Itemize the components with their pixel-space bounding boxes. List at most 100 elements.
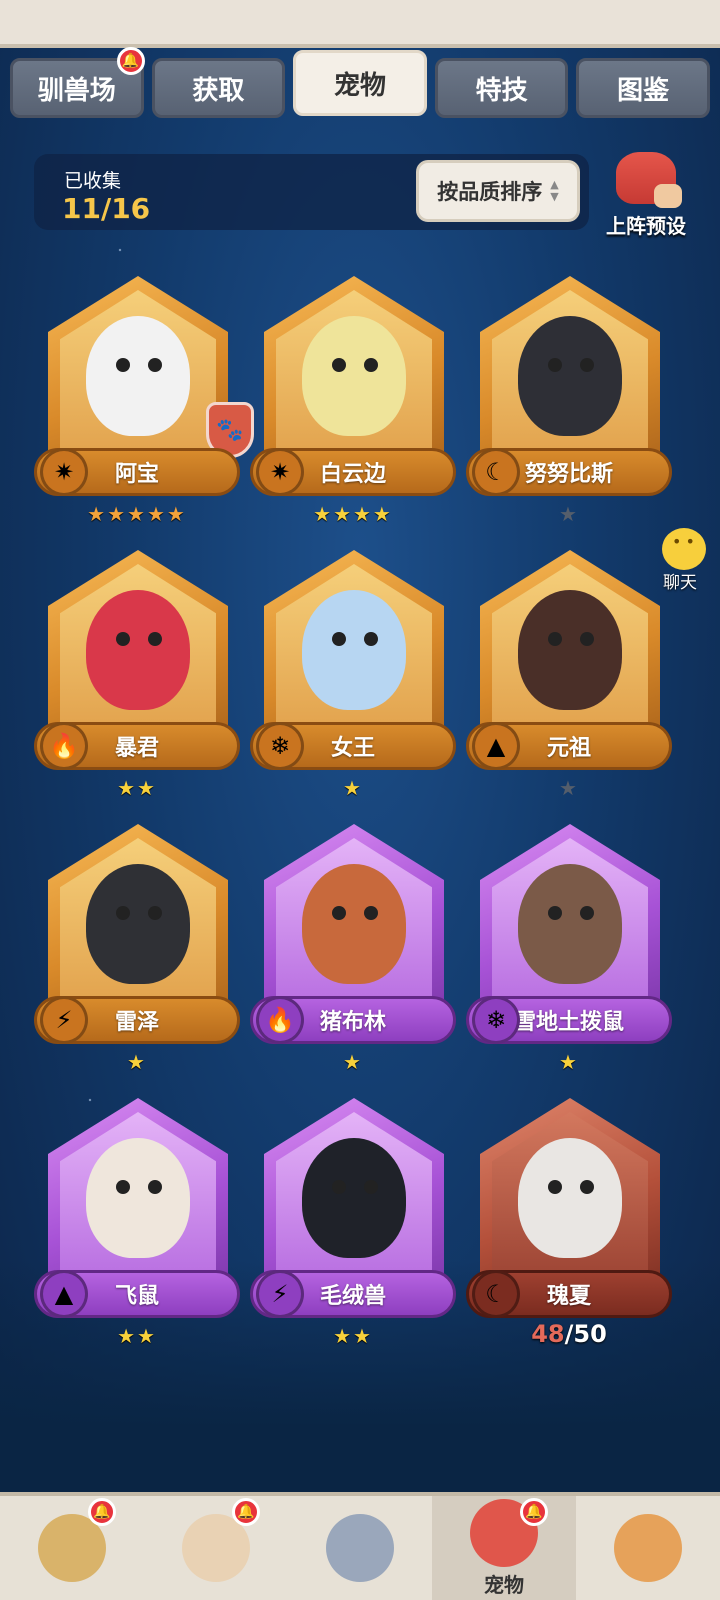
sort-button-label: 按品质排序 <box>437 180 543 204</box>
alert-bell-icon: 🔔 <box>88 1498 116 1526</box>
pet-eye <box>580 358 594 372</box>
mountain-icon: ▲ <box>472 722 520 770</box>
alert-bell-icon: 🔔 <box>520 1498 548 1526</box>
shard-progress-current: 48 <box>531 1320 565 1348</box>
star-rating: ★★ <box>117 1324 157 1348</box>
nav-label: 宠物 <box>484 1572 524 1597</box>
tab-0[interactable]: 驯兽场 🔔 <box>10 47 145 118</box>
star-icon: ✷ <box>256 448 304 496</box>
star-rating: ★ <box>127 1050 147 1074</box>
pet-card[interactable]: 暴君 🔥 ★★ <box>34 540 240 810</box>
star-rating: ★★ <box>333 1324 373 1348</box>
fire-icon: 🔥 <box>256 996 304 1044</box>
pet-eye <box>332 906 346 920</box>
pet-eye <box>580 1180 594 1194</box>
star-rating: ★ <box>559 776 579 800</box>
pet-eye <box>332 358 346 372</box>
collection-count: 11/16 <box>62 192 151 225</box>
nav-shop-icon <box>614 1514 682 1582</box>
fire-icon: 🔥 <box>40 722 88 770</box>
pet-eye <box>148 632 162 646</box>
pet-portrait <box>518 864 622 984</box>
nav-tamer-button[interactable]: 🔔 <box>0 1496 144 1600</box>
collection-label: 已收集 <box>64 170 122 192</box>
star-rating: ★ <box>343 1050 363 1074</box>
tab-2[interactable]: 宠物 <box>293 50 427 116</box>
pet-portrait <box>86 316 190 436</box>
pet-portrait <box>518 316 622 436</box>
pet-portrait <box>518 590 622 710</box>
tab-label: 获取 <box>192 75 245 106</box>
alert-bell-icon: 🔔 <box>116 47 145 75</box>
pet-eye <box>580 632 594 646</box>
pet-eye <box>364 1180 378 1194</box>
pet-card[interactable]: 猪布林 🔥 ★ <box>250 814 456 1084</box>
nav-weapon-icon <box>326 1514 394 1582</box>
moon-icon: ☾ <box>472 448 520 496</box>
tab-4[interactable]: 图鉴 <box>576 58 710 118</box>
pet-eye <box>364 358 378 372</box>
star-rating: ★★ <box>117 776 157 800</box>
snowflake-icon: ❄ <box>256 722 304 770</box>
pet-eye <box>116 358 130 372</box>
tab-label: 宠物 <box>333 70 386 101</box>
nav-hero-button[interactable]: 🔔 <box>144 1496 288 1600</box>
pet-eye <box>548 632 562 646</box>
pet-portrait <box>302 316 406 436</box>
nav-weapon-button[interactable] <box>288 1496 432 1600</box>
tab-label: 驯兽场 <box>37 75 116 106</box>
pet-portrait <box>302 1138 406 1258</box>
pet-eye <box>548 906 562 920</box>
sort-button[interactable]: 按品质排序 ▲ ▼ <box>416 160 580 222</box>
mountain-icon: ▲ <box>40 1270 88 1318</box>
shard-progress-total: /50 <box>564 1320 607 1348</box>
moon-icon: ☾ <box>472 1270 520 1318</box>
star-rating: ★ <box>343 776 363 800</box>
tab-1[interactable]: 获取 <box>151 58 286 118</box>
nav-pet-button[interactable]: 宠物 🔔 <box>432 1496 576 1600</box>
pet-card[interactable]: 元祖 ▲ ★ <box>466 540 672 810</box>
star-rating: ★★★★★ <box>87 502 187 526</box>
bottom-nav: 🔔 🔔 宠物 🔔 <box>0 1492 720 1600</box>
lightning-icon: ⚡ <box>256 1270 304 1318</box>
preset-icon <box>616 152 682 208</box>
pet-portrait <box>86 1138 190 1258</box>
pet-eye <box>580 906 594 920</box>
pet-eye <box>364 632 378 646</box>
tab-bar: 驯兽场 🔔 获取 宠物 特技 图鉴 <box>10 47 710 120</box>
star-rating: ★ <box>559 1050 579 1074</box>
pet-eye <box>116 632 130 646</box>
nav-shop-button[interactable] <box>576 1496 720 1600</box>
pet-eye <box>116 906 130 920</box>
preset-label: 上阵预设 <box>606 214 686 238</box>
pet-portrait <box>302 864 406 984</box>
pet-eye <box>332 632 346 646</box>
shard-progress: 48/50 <box>466 1320 672 1348</box>
pet-eye <box>364 906 378 920</box>
tab-label: 图鉴 <box>617 75 670 106</box>
pet-card[interactable]: 努努比斯 ☾ ★ <box>466 266 672 536</box>
top-bar <box>0 0 720 48</box>
snowflake-icon: ❄ <box>472 996 520 1044</box>
star-icon: ✷ <box>40 448 88 496</box>
pet-eye <box>548 358 562 372</box>
pet-eye <box>332 1180 346 1194</box>
pet-card[interactable]: 雷泽 ⚡ ★ <box>34 814 240 1084</box>
pet-card[interactable]: 飞鼠 ▲ ★★ <box>34 1088 240 1358</box>
lineup-preset-button[interactable]: 上阵预设 <box>594 152 698 240</box>
pet-card[interactable]: 女王 ❄ ★ <box>250 540 456 810</box>
pet-card[interactable]: 🐾 阿宝 ✷ ★★★★★ <box>34 266 254 536</box>
star-rating: ★ <box>559 502 579 526</box>
pet-portrait <box>86 864 190 984</box>
pet-card[interactable]: 雪地土拨鼠 ❄ ★ <box>466 814 672 1084</box>
pet-eye <box>148 1180 162 1194</box>
pet-eye <box>116 1180 130 1194</box>
pet-card[interactable]: 毛绒兽 ⚡ ★★ <box>250 1088 456 1358</box>
pet-portrait <box>302 590 406 710</box>
pet-portrait <box>86 590 190 710</box>
tab-3[interactable]: 特技 <box>434 58 569 118</box>
pet-card[interactable]: 白云边 ✷ ★★★★ <box>250 266 456 536</box>
star-rating: ★★★★ <box>313 502 393 526</box>
pet-card[interactable]: 瑰夏 ☾ 48/50 <box>466 1088 672 1358</box>
pet-eye <box>548 1180 562 1194</box>
